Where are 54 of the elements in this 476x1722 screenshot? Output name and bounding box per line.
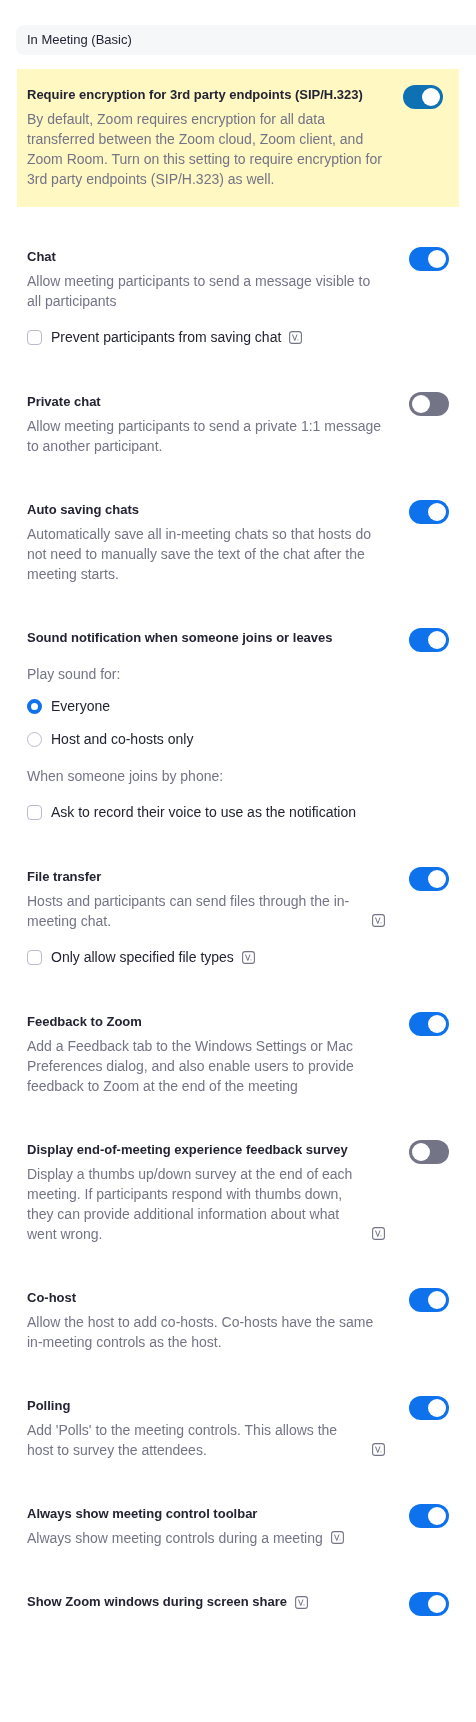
toggle-switch[interactable] — [409, 500, 449, 524]
setting-title: Feedback to Zoom — [27, 1013, 142, 1031]
version-info-icon[interactable] — [372, 1227, 385, 1240]
setting-description: By default, Zoom requires encryption for all data transferred between the Zoom cloud, Zoom client, and Zoom Room. Turn on this setting to require encryption for 3rd party endpoints (SIP/H.323) as well. — [27, 110, 383, 189]
checkbox[interactable] — [27, 805, 42, 820]
setting-title: Polling — [27, 1397, 71, 1415]
toggle-switch[interactable] — [409, 1396, 449, 1420]
setting-description: Add a Feedback tab to the Windows Settings or Mac Preferences dialog, and also enable users to provide feedback to Zoom at the end of the meeting — [27, 1037, 355, 1096]
radio-label: Host and co-hosts only — [51, 730, 194, 749]
toggle-switch[interactable] — [403, 85, 443, 109]
setting-description: Automatically save all in-meeting chats so that hosts do not need to manually save the text of the chat after the meeting starts. — [27, 525, 372, 584]
toggle-switch[interactable] — [409, 247, 449, 271]
setting-title: File transfer — [27, 868, 102, 886]
toggle-switch[interactable] — [409, 867, 449, 891]
setting-title: Chat — [27, 248, 56, 266]
setting-description: Allow the host to add co-hosts. Co-hosts have the same in-meeting controls as the host. — [27, 1313, 375, 1352]
radio-button[interactable] — [27, 699, 42, 714]
version-info-icon[interactable] — [330, 1531, 344, 1544]
setting-description: Add 'Polls' to the meeting controls. This allows the host to survey the attendees. — [27, 1421, 339, 1460]
checkbox[interactable] — [27, 330, 42, 345]
setting-description: Display a thumbs up/down survey at the end of each meeting. If participants respond with thumbs down, they can provide additional information about what went wrong. — [27, 1165, 354, 1244]
toggle-switch[interactable] — [409, 1504, 449, 1528]
toggle-switch[interactable] — [409, 1012, 449, 1036]
setting-title: Private chat — [27, 393, 101, 411]
toggle-switch[interactable] — [409, 1288, 449, 1312]
setting-description: Allow meeting participants to send a message visible to all participants — [27, 272, 372, 311]
radio-button[interactable] — [27, 732, 42, 747]
setting-description: Always show meeting controls during a meeting — [27, 1529, 323, 1548]
toggle-switch[interactable] — [409, 628, 449, 652]
checkbox-label: Only allow specified file types — [51, 948, 234, 967]
toggle-switch[interactable] — [409, 392, 449, 416]
setting-description: Allow meeting participants to send a private 1:1 message to another participant. — [27, 417, 383, 456]
toggle-switch[interactable] — [409, 1140, 449, 1164]
option-caption: When someone joins by phone: — [27, 767, 225, 786]
version-info-icon[interactable] — [241, 951, 255, 964]
section-title: In Meeting (Basic) — [27, 31, 132, 50]
setting-description: Hosts and participants can send files through the in-meeting chat. — [27, 892, 351, 931]
setting-title: Display end-of-meeting experience feedback survey — [27, 1141, 348, 1159]
version-info-icon[interactable] — [289, 331, 303, 344]
toggle-switch[interactable] — [409, 1592, 449, 1616]
version-info-icon[interactable] — [295, 1595, 309, 1609]
checkbox[interactable] — [27, 950, 42, 965]
setting-title: Sound notification when someone joins or leaves — [27, 629, 333, 647]
setting-title: Show Zoom windows during screen share — [27, 1593, 288, 1611]
version-info-icon[interactable] — [372, 1443, 385, 1456]
version-info-icon[interactable] — [372, 914, 385, 927]
setting-title: Co-host — [27, 1289, 77, 1307]
setting-title: Auto saving chats — [27, 501, 139, 519]
option-caption: Play sound for: — [27, 665, 122, 684]
radio-label: Everyone — [51, 697, 111, 716]
checkbox-label: Prevent participants from saving chat — [51, 328, 282, 347]
setting-title: Require encryption for 3rd party endpoints (SIP/H.323) — [27, 86, 363, 104]
setting-title: Always show meeting control toolbar — [27, 1505, 258, 1523]
checkbox-label: Ask to record their voice to use as the notification — [51, 803, 357, 822]
